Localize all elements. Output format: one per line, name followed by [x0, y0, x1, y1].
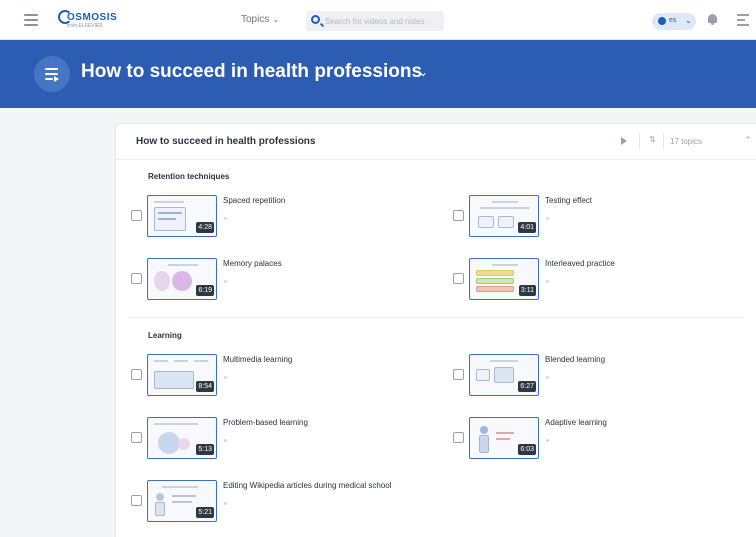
card-header: How to succeed in health professions ⇅ 1…	[116, 124, 756, 160]
section-title: Learning	[148, 331, 182, 340]
status-dot	[224, 502, 227, 505]
checkbox[interactable]	[453, 432, 464, 443]
language-code: es	[669, 17, 677, 24]
checkbox[interactable]	[131, 369, 142, 380]
hamburger-menu-icon[interactable]	[24, 14, 38, 26]
status-dot	[224, 280, 227, 283]
status-dot	[546, 376, 549, 379]
section-divider	[128, 317, 744, 318]
video-title[interactable]: Blended learning	[545, 355, 605, 364]
video-title[interactable]: Spaced repetition	[223, 196, 285, 205]
video-thumbnail[interactable]: 3:11	[469, 258, 539, 300]
playlist-card: How to succeed in health professions ⇅ 1…	[115, 123, 756, 537]
checkbox[interactable]	[453, 210, 464, 221]
video-thumbnail[interactable]: 5:21	[147, 480, 217, 522]
card-title: How to succeed in health professions	[136, 136, 316, 147]
video-thumbnail[interactable]: 6:19	[147, 258, 217, 300]
video-title[interactable]: Problem-based learning	[223, 418, 308, 427]
chevron-up-icon[interactable]: ⌃	[744, 135, 752, 146]
topics-dropdown[interactable]: Topics ⌄	[241, 14, 279, 25]
video-title[interactable]: Testing effect	[545, 196, 592, 205]
duration-badge: 5:13	[196, 444, 214, 455]
duration-badge: 6:27	[518, 381, 536, 392]
chevron-down-icon[interactable]: ⌄	[418, 65, 428, 79]
section-title: Retention techniques	[148, 172, 230, 181]
topic-count: 17 topics	[670, 137, 703, 146]
logo-subtext: from ELSEVIER	[67, 23, 103, 29]
checkbox[interactable]	[453, 273, 464, 284]
duration-badge: 6:03	[518, 444, 536, 455]
language-selector[interactable]: es ⌄	[652, 13, 696, 30]
status-dot	[546, 280, 549, 283]
checkbox[interactable]	[131, 210, 142, 221]
duration-badge: 3:11	[518, 285, 536, 296]
duration-badge: 8:54	[196, 381, 214, 392]
video-title[interactable]: Editing Wikipedia articles during medica…	[223, 481, 392, 490]
checkbox[interactable]	[453, 369, 464, 380]
status-dot	[546, 439, 549, 442]
playlist-banner: How to succeed in health professions ⌄	[0, 40, 756, 108]
list-item[interactable]: 3:11 Interleaved practice	[453, 258, 733, 304]
divider	[663, 133, 664, 149]
topics-label: Topics	[241, 14, 270, 25]
divider	[639, 133, 640, 149]
video-title[interactable]: Multimedia learning	[223, 355, 292, 364]
status-dot	[224, 376, 227, 379]
list-item[interactable]: 6:03 Adaptive learning	[453, 417, 733, 463]
top-navigation-bar: OSMOSIS from ELSEVIER Topics⌄ es ⌄	[0, 0, 756, 40]
video-thumbnail[interactable]: 6:03	[469, 417, 539, 459]
video-thumbnail[interactable]: 8:54	[147, 354, 217, 396]
video-thumbnail[interactable]: 6:27	[469, 354, 539, 396]
duration-badge: 6:19	[196, 285, 214, 296]
search-input[interactable]	[325, 14, 440, 28]
list-item[interactable]: 5:13 Problem-based learning	[131, 417, 411, 463]
chevron-down-icon: ⌄	[272, 15, 280, 24]
search-icon	[311, 15, 320, 24]
globe-icon	[658, 17, 666, 25]
sort-icon[interactable]: ⇅	[649, 135, 656, 144]
checkbox[interactable]	[131, 495, 142, 506]
chevron-down-icon: ⌄	[685, 16, 692, 25]
duration-badge: 4:01	[518, 222, 536, 233]
user-menu-icon[interactable]	[737, 14, 749, 26]
video-title[interactable]: Interleaved practice	[545, 259, 615, 268]
list-item[interactable]: 5:21 Editing Wikipedia articles during m…	[131, 480, 411, 526]
status-dot	[224, 217, 227, 220]
list-item[interactable]: 6:19 Memory palaces	[131, 258, 411, 304]
list-item[interactable]: 4:28 Spaced repetition	[131, 195, 411, 241]
video-thumbnail[interactable]: 5:13	[147, 417, 217, 459]
checkbox[interactable]	[131, 432, 142, 443]
notification-bell-icon[interactable]	[707, 13, 718, 26]
list-item[interactable]: 4:01 Testing effect	[453, 195, 733, 241]
status-dot	[546, 217, 549, 220]
play-all-icon[interactable]	[621, 137, 627, 145]
video-title[interactable]: Memory palaces	[223, 259, 282, 268]
playlist-title[interactable]: How to succeed in health professions	[81, 61, 422, 83]
list-item[interactable]: 6:27 Blended learning	[453, 354, 733, 400]
list-item[interactable]: 8:54 Multimedia learning	[131, 354, 411, 400]
search-bar[interactable]	[306, 11, 444, 31]
video-thumbnail[interactable]: 4:01	[469, 195, 539, 237]
duration-badge: 4:28	[196, 222, 214, 233]
checkbox[interactable]	[131, 273, 142, 284]
video-thumbnail[interactable]: 4:28	[147, 195, 217, 237]
duration-badge: 5:21	[196, 507, 214, 518]
status-dot	[224, 439, 227, 442]
playlist-icon	[34, 56, 70, 92]
video-title[interactable]: Adaptive learning	[545, 418, 607, 427]
logo-text: OSMOSIS	[67, 12, 118, 23]
